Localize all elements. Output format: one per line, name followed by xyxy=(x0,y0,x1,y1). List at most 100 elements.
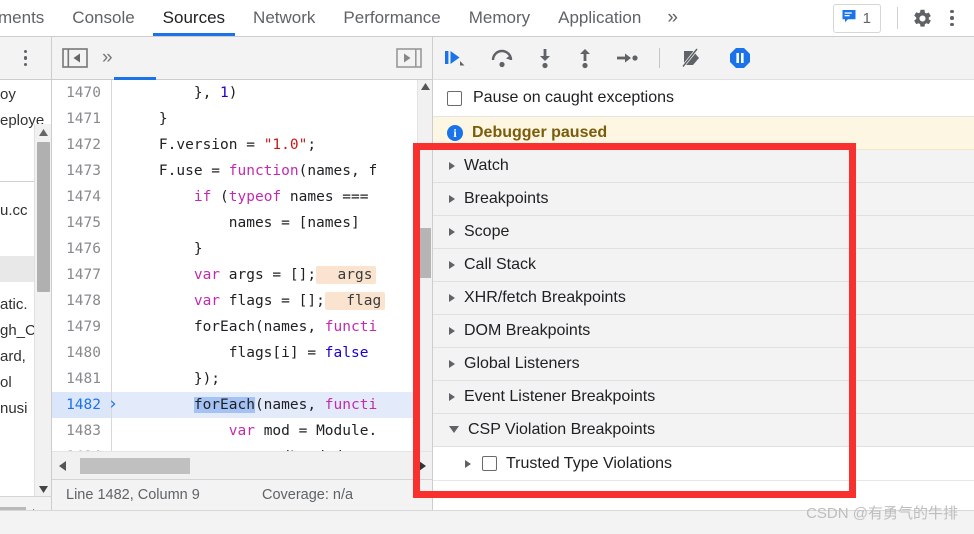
chevron-right-icon[interactable] xyxy=(449,195,455,203)
scrollbar-thumb[interactable] xyxy=(80,458,190,474)
step-out-icon[interactable] xyxy=(575,47,595,69)
pause-on-caught-exceptions-row[interactable]: Pause on caught exceptions xyxy=(433,80,974,117)
tab-elements[interactable]: ments xyxy=(0,0,58,36)
chevron-right-icon[interactable] xyxy=(449,327,455,335)
code-viewer[interactable]: 1470 }, 1)1471 }1472 F.version = "1.0";1… xyxy=(52,80,432,451)
tab-console[interactable]: Console xyxy=(58,0,148,36)
scrollbar-thumb[interactable] xyxy=(420,228,431,278)
tab-sources[interactable]: Sources xyxy=(149,0,239,36)
code-text[interactable]: names = [names] xyxy=(112,210,360,236)
caret-up-icon[interactable] xyxy=(418,80,432,91)
sidebar-subitem-trusted-type-violations[interactable]: Trusted Type Violations xyxy=(433,447,974,481)
chevron-right-icon[interactable] xyxy=(449,261,455,269)
chevron-right-icon[interactable] xyxy=(449,162,455,170)
step-over-icon[interactable] xyxy=(489,47,515,69)
pause-on-caught-exceptions-checkbox[interactable] xyxy=(447,91,462,106)
code-text[interactable]: var args = []; args xyxy=(112,262,376,288)
deactivate-breakpoints-icon[interactable] xyxy=(680,47,708,69)
code-line[interactable]: 1473 F.use = function(names, f xyxy=(52,158,432,184)
trusted-type-violations-checkbox[interactable] xyxy=(482,456,497,471)
sidebar-section-csp-violation-breakpoints[interactable]: CSP Violation Breakpoints xyxy=(433,414,974,447)
sidebar-section-breakpoints[interactable]: Breakpoints xyxy=(433,183,974,216)
line-number[interactable]: 1479 xyxy=(52,314,112,340)
kebab-menu-icon[interactable] xyxy=(938,4,966,32)
code-line[interactable]: 1474 if (typeof names === xyxy=(52,184,432,210)
code-line[interactable]: 1471 } xyxy=(52,106,432,132)
code-text[interactable]: } xyxy=(112,236,203,262)
pause-on-exceptions-icon[interactable] xyxy=(728,46,752,70)
code-text[interactable]: , modLoaded = m xyxy=(112,444,377,451)
code-line[interactable]: 1479 forEach(names, functi xyxy=(52,314,432,340)
caret-up-icon[interactable] xyxy=(35,124,52,141)
code-text[interactable]: }, 1) xyxy=(112,80,238,106)
code-line[interactable]: 1483 var mod = Module. xyxy=(52,418,432,444)
code-line[interactable]: 1478 var flags = []; flag xyxy=(52,288,432,314)
sidebar-section-global-listeners[interactable]: Global Listeners xyxy=(433,348,974,381)
code-line[interactable]: 1477 var args = []; args xyxy=(52,262,432,288)
code-line[interactable]: 1470 }, 1) xyxy=(52,80,432,106)
chevron-down-icon[interactable] xyxy=(449,426,459,437)
show-debugger-sidebar-icon[interactable] xyxy=(396,48,422,68)
gear-icon[interactable] xyxy=(908,4,936,32)
code-line[interactable]: 1475 names = [names] xyxy=(52,210,432,236)
sidebar-section-call-stack[interactable]: Call Stack xyxy=(433,249,974,282)
chevron-right-icon[interactable] xyxy=(465,460,471,468)
code-horizontal-scrollbar[interactable] xyxy=(52,451,432,479)
step-icon[interactable] xyxy=(615,47,639,69)
line-number[interactable]: 1481 xyxy=(52,366,112,392)
sidebar-section-event-listener-breakpoints[interactable]: Event Listener Breakpoints xyxy=(433,381,974,414)
caret-right-icon[interactable] xyxy=(412,460,432,472)
tab-application[interactable]: Application xyxy=(544,0,655,36)
code-text[interactable]: flags[i] = false xyxy=(112,340,368,366)
code-text[interactable]: }); xyxy=(112,366,220,392)
hide-navigator-icon[interactable] xyxy=(62,48,88,68)
chevron-right-icon[interactable] xyxy=(449,228,455,236)
sidebar-section-dom-breakpoints[interactable]: DOM Breakpoints xyxy=(433,315,974,348)
tab-performance[interactable]: Performance xyxy=(329,0,454,36)
caret-left-icon[interactable] xyxy=(52,460,72,472)
chevron-right-icon[interactable] xyxy=(449,294,455,302)
line-number[interactable]: 1477 xyxy=(52,262,112,288)
line-number[interactable]: 1473 xyxy=(52,158,112,184)
line-number[interactable]: 1472 xyxy=(52,132,112,158)
sidebar-section-scope[interactable]: Scope xyxy=(433,216,974,249)
resume-icon[interactable] xyxy=(443,47,469,69)
sidebar-section-xhr-fetch-breakpoints[interactable]: XHR/fetch Breakpoints xyxy=(433,282,974,315)
code-text[interactable]: } xyxy=(112,106,168,132)
tab-memory[interactable]: Memory xyxy=(455,0,544,36)
code-line[interactable]: 1484 , modLoaded = m xyxy=(52,444,432,451)
code-text[interactable]: F.use = function(names, f xyxy=(112,158,377,184)
code-text[interactable]: var mod = Module. xyxy=(112,418,377,444)
scrollbar-track[interactable] xyxy=(72,452,412,480)
tab-network[interactable]: Network xyxy=(239,0,329,36)
code-text[interactable]: forEach(names, functi xyxy=(112,314,377,340)
line-number[interactable]: 1470 xyxy=(52,80,112,106)
code-line[interactable]: 1480 flags[i] = false xyxy=(52,340,432,366)
line-number[interactable]: 1484 xyxy=(52,444,112,451)
more-tabs-icon[interactable]: » xyxy=(655,0,690,36)
code-line[interactable]: 1476 } xyxy=(52,236,432,262)
console-message-badge[interactable]: 1 xyxy=(833,4,881,33)
chevron-right-icon[interactable] xyxy=(449,393,455,401)
code-text[interactable]: if (typeof names === xyxy=(112,184,368,210)
line-number[interactable]: 1476 xyxy=(52,236,112,262)
coverage-label[interactable]: Coverage: n/a xyxy=(262,487,353,503)
navigator-vertical-scrollbar[interactable] xyxy=(34,124,51,498)
line-number[interactable]: 1482 xyxy=(52,392,112,418)
chevron-right-icon[interactable] xyxy=(449,360,455,368)
line-number[interactable]: 1478 xyxy=(52,288,112,314)
code-text[interactable]: forEach(names, functi xyxy=(112,392,377,418)
sidebar-section-watch[interactable]: Watch xyxy=(433,150,974,183)
code-line[interactable]: 1472 F.version = "1.0"; xyxy=(52,132,432,158)
line-number[interactable]: 1475 xyxy=(52,210,112,236)
code-text[interactable]: var flags = []; flag xyxy=(112,288,385,314)
double-chevron-right-icon[interactable]: » xyxy=(102,47,113,69)
scrollbar-thumb[interactable] xyxy=(37,142,50,292)
line-number[interactable]: 1480 xyxy=(52,340,112,366)
line-number[interactable]: 1483 xyxy=(52,418,112,444)
code-vertical-scrollbar[interactable] xyxy=(417,80,432,451)
code-text[interactable]: F.version = "1.0"; xyxy=(112,132,316,158)
step-into-icon[interactable] xyxy=(535,47,555,69)
kebab-menu-icon[interactable] xyxy=(24,50,28,67)
code-line-current[interactable]: 1482 forEach(names, functi xyxy=(52,392,432,418)
